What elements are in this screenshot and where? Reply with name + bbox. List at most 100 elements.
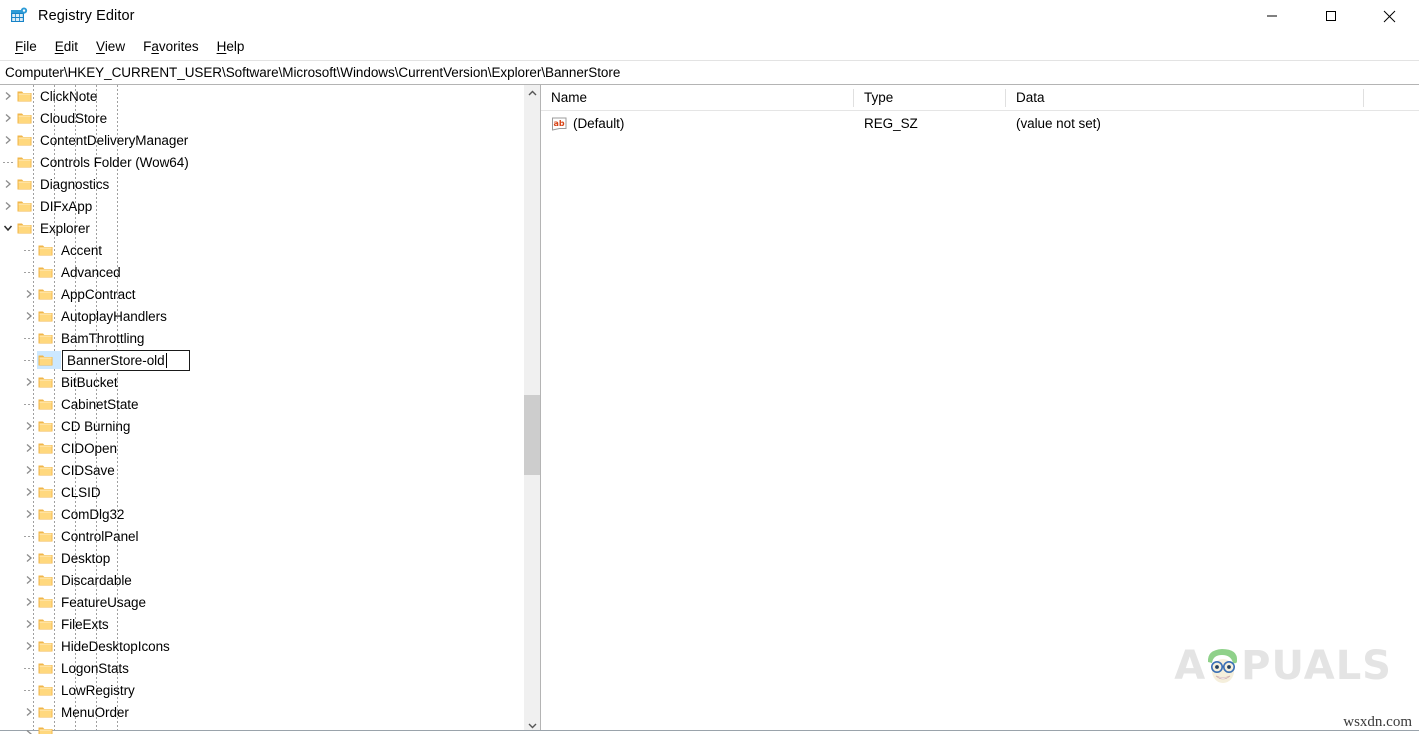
tree-item-cd-burning[interactable]: CD Burning <box>0 415 540 437</box>
tree-item-advanced[interactable]: Advanced <box>0 261 540 283</box>
expand-toggle[interactable] <box>21 591 37 613</box>
tree-item-content <box>37 483 61 501</box>
tree-item-fileexts[interactable]: FileExts <box>0 613 540 635</box>
chevron-right-icon <box>26 576 32 584</box>
tree-item-contentdeliverymanager[interactable]: ContentDeliveryManager <box>0 129 540 151</box>
folder-icon <box>38 529 53 543</box>
folder-icon <box>38 287 53 301</box>
tree-item-lowregistry[interactable]: LowRegistry <box>0 679 540 701</box>
scroll-thumb[interactable] <box>524 395 540 475</box>
chevron-right-icon <box>5 92 11 100</box>
tree-item-content <box>16 197 40 215</box>
expand-toggle[interactable] <box>21 723 37 734</box>
rename-input[interactable]: BannerStore-old <box>62 349 190 371</box>
menu-bar: File Edit View Favorites Help <box>0 32 1419 60</box>
expand-toggle[interactable] <box>21 305 37 327</box>
column-header-name[interactable]: Name <box>541 85 854 111</box>
maximize-button[interactable] <box>1301 0 1360 32</box>
tree-item-logonstats[interactable]: LogonStats <box>0 657 540 679</box>
tree-item-controlpanel[interactable]: ControlPanel <box>0 525 540 547</box>
expand-toggle[interactable] <box>21 503 37 525</box>
tree-item-content <box>37 571 61 589</box>
expand-toggle[interactable] <box>21 371 37 393</box>
expand-toggle[interactable] <box>21 613 37 635</box>
tree-item-label: HideDesktopIcons <box>61 638 170 654</box>
chevron-right-icon <box>26 708 32 716</box>
tree-item-autoplayhandlers[interactable]: AutoplayHandlers <box>0 305 540 327</box>
tree-item-accent[interactable]: Accent <box>0 239 540 261</box>
expand-toggle[interactable] <box>21 635 37 657</box>
folder-icon <box>17 199 32 213</box>
values-rows: ab (Default) REG_SZ (value not set) <box>541 111 1419 136</box>
source-watermark: wsxdn.com <box>1343 714 1412 730</box>
chevron-right-icon <box>26 422 32 430</box>
tree-item-menuorder[interactable]: MenuOrder <box>0 701 540 723</box>
expand-toggle[interactable] <box>0 107 16 129</box>
tree-item-content <box>37 615 61 633</box>
expand-toggle[interactable] <box>21 283 37 305</box>
tree-item-difxapp[interactable]: DIFxApp <box>0 195 540 217</box>
expand-toggle[interactable] <box>21 701 37 723</box>
close-button[interactable] <box>1360 0 1419 32</box>
column-header-type[interactable]: Type <box>854 85 1006 111</box>
watermark-letter-a: A <box>1174 643 1207 689</box>
tree-item-clicknote[interactable]: ClickNote <box>0 85 540 107</box>
menu-favorites[interactable]: Favorites <box>134 36 208 57</box>
expand-toggle[interactable] <box>21 437 37 459</box>
tree-item-explorer[interactable]: Explorer <box>0 217 540 239</box>
tree-item-cidsave[interactable]: CIDSave <box>0 459 540 481</box>
tree-item-controls-folder-wow64-[interactable]: Controls Folder (Wow64) <box>0 151 540 173</box>
expand-toggle[interactable] <box>0 195 16 217</box>
svg-text:ab: ab <box>553 119 564 128</box>
expand-toggle[interactable] <box>0 173 16 195</box>
tree-item-featureusage[interactable]: FeatureUsage <box>0 591 540 613</box>
menu-view[interactable]: View <box>87 36 134 57</box>
tree-item-desktop[interactable]: Desktop <box>0 547 540 569</box>
registry-editor-icon <box>10 7 28 25</box>
minimize-button[interactable] <box>1242 0 1301 32</box>
tree-leaf-connector <box>21 349 37 371</box>
folder-icon <box>17 221 32 235</box>
expand-toggle[interactable] <box>0 85 16 107</box>
scroll-up-button[interactable] <box>524 85 540 102</box>
tree-item-diagnostics[interactable]: Diagnostics <box>0 173 540 195</box>
folder-icon <box>17 177 32 191</box>
chevron-down-icon <box>3 225 13 232</box>
column-resize-handle[interactable] <box>1363 88 1364 107</box>
menu-file[interactable]: File <box>6 36 46 57</box>
menu-help[interactable]: Help <box>208 36 254 57</box>
column-header-data[interactable]: Data <box>1006 85 1364 111</box>
tree-item-discardable[interactable]: Discardable <box>0 569 540 591</box>
tree-item-cloudstore[interactable]: CloudStore <box>0 107 540 129</box>
tree-item-content <box>37 241 61 259</box>
tree-item-label: Advanced <box>61 264 121 280</box>
expand-toggle[interactable] <box>21 415 37 437</box>
tree-item-bannerstore-old[interactable]: BannerStore-old <box>0 349 540 371</box>
expand-toggle[interactable] <box>21 481 37 503</box>
tree-item-comdlg32[interactable]: ComDlg32 <box>0 503 540 525</box>
tree-scrollbar[interactable] <box>523 85 540 734</box>
menu-edit[interactable]: Edit <box>46 36 87 57</box>
collapse-toggle[interactable] <box>0 217 16 239</box>
tree-item-label: LogonStats <box>61 660 129 676</box>
tree-item-appcontract[interactable]: AppContract <box>0 283 540 305</box>
folder-icon <box>38 441 53 455</box>
tree-item-content <box>37 527 61 545</box>
folder-icon <box>38 243 53 257</box>
tree-item-content <box>37 505 61 523</box>
tree-item-cabinetstate[interactable]: CabinetState <box>0 393 540 415</box>
tree-item-bitbucket[interactable]: BitBucket <box>0 371 540 393</box>
expand-toggle[interactable] <box>0 129 16 151</box>
value-row[interactable]: ab (Default) REG_SZ (value not set) <box>541 111 1419 136</box>
tree-item-content <box>37 395 61 413</box>
text-caret <box>165 352 167 368</box>
tree-item-hidedesktopicons[interactable]: HideDesktopIcons <box>0 635 540 657</box>
tree-item-bamthrottling[interactable]: BamThrottling <box>0 327 540 349</box>
tree-item-cidopen[interactable]: CIDOpen <box>0 437 540 459</box>
expand-toggle[interactable] <box>21 547 37 569</box>
address-bar[interactable]: Computer\HKEY_CURRENT_USER\Software\Micr… <box>0 60 1419 85</box>
expand-toggle[interactable] <box>21 459 37 481</box>
chevron-right-icon <box>26 312 32 320</box>
expand-toggle[interactable] <box>21 569 37 591</box>
tree-item-clsid[interactable]: CLSID <box>0 481 540 503</box>
